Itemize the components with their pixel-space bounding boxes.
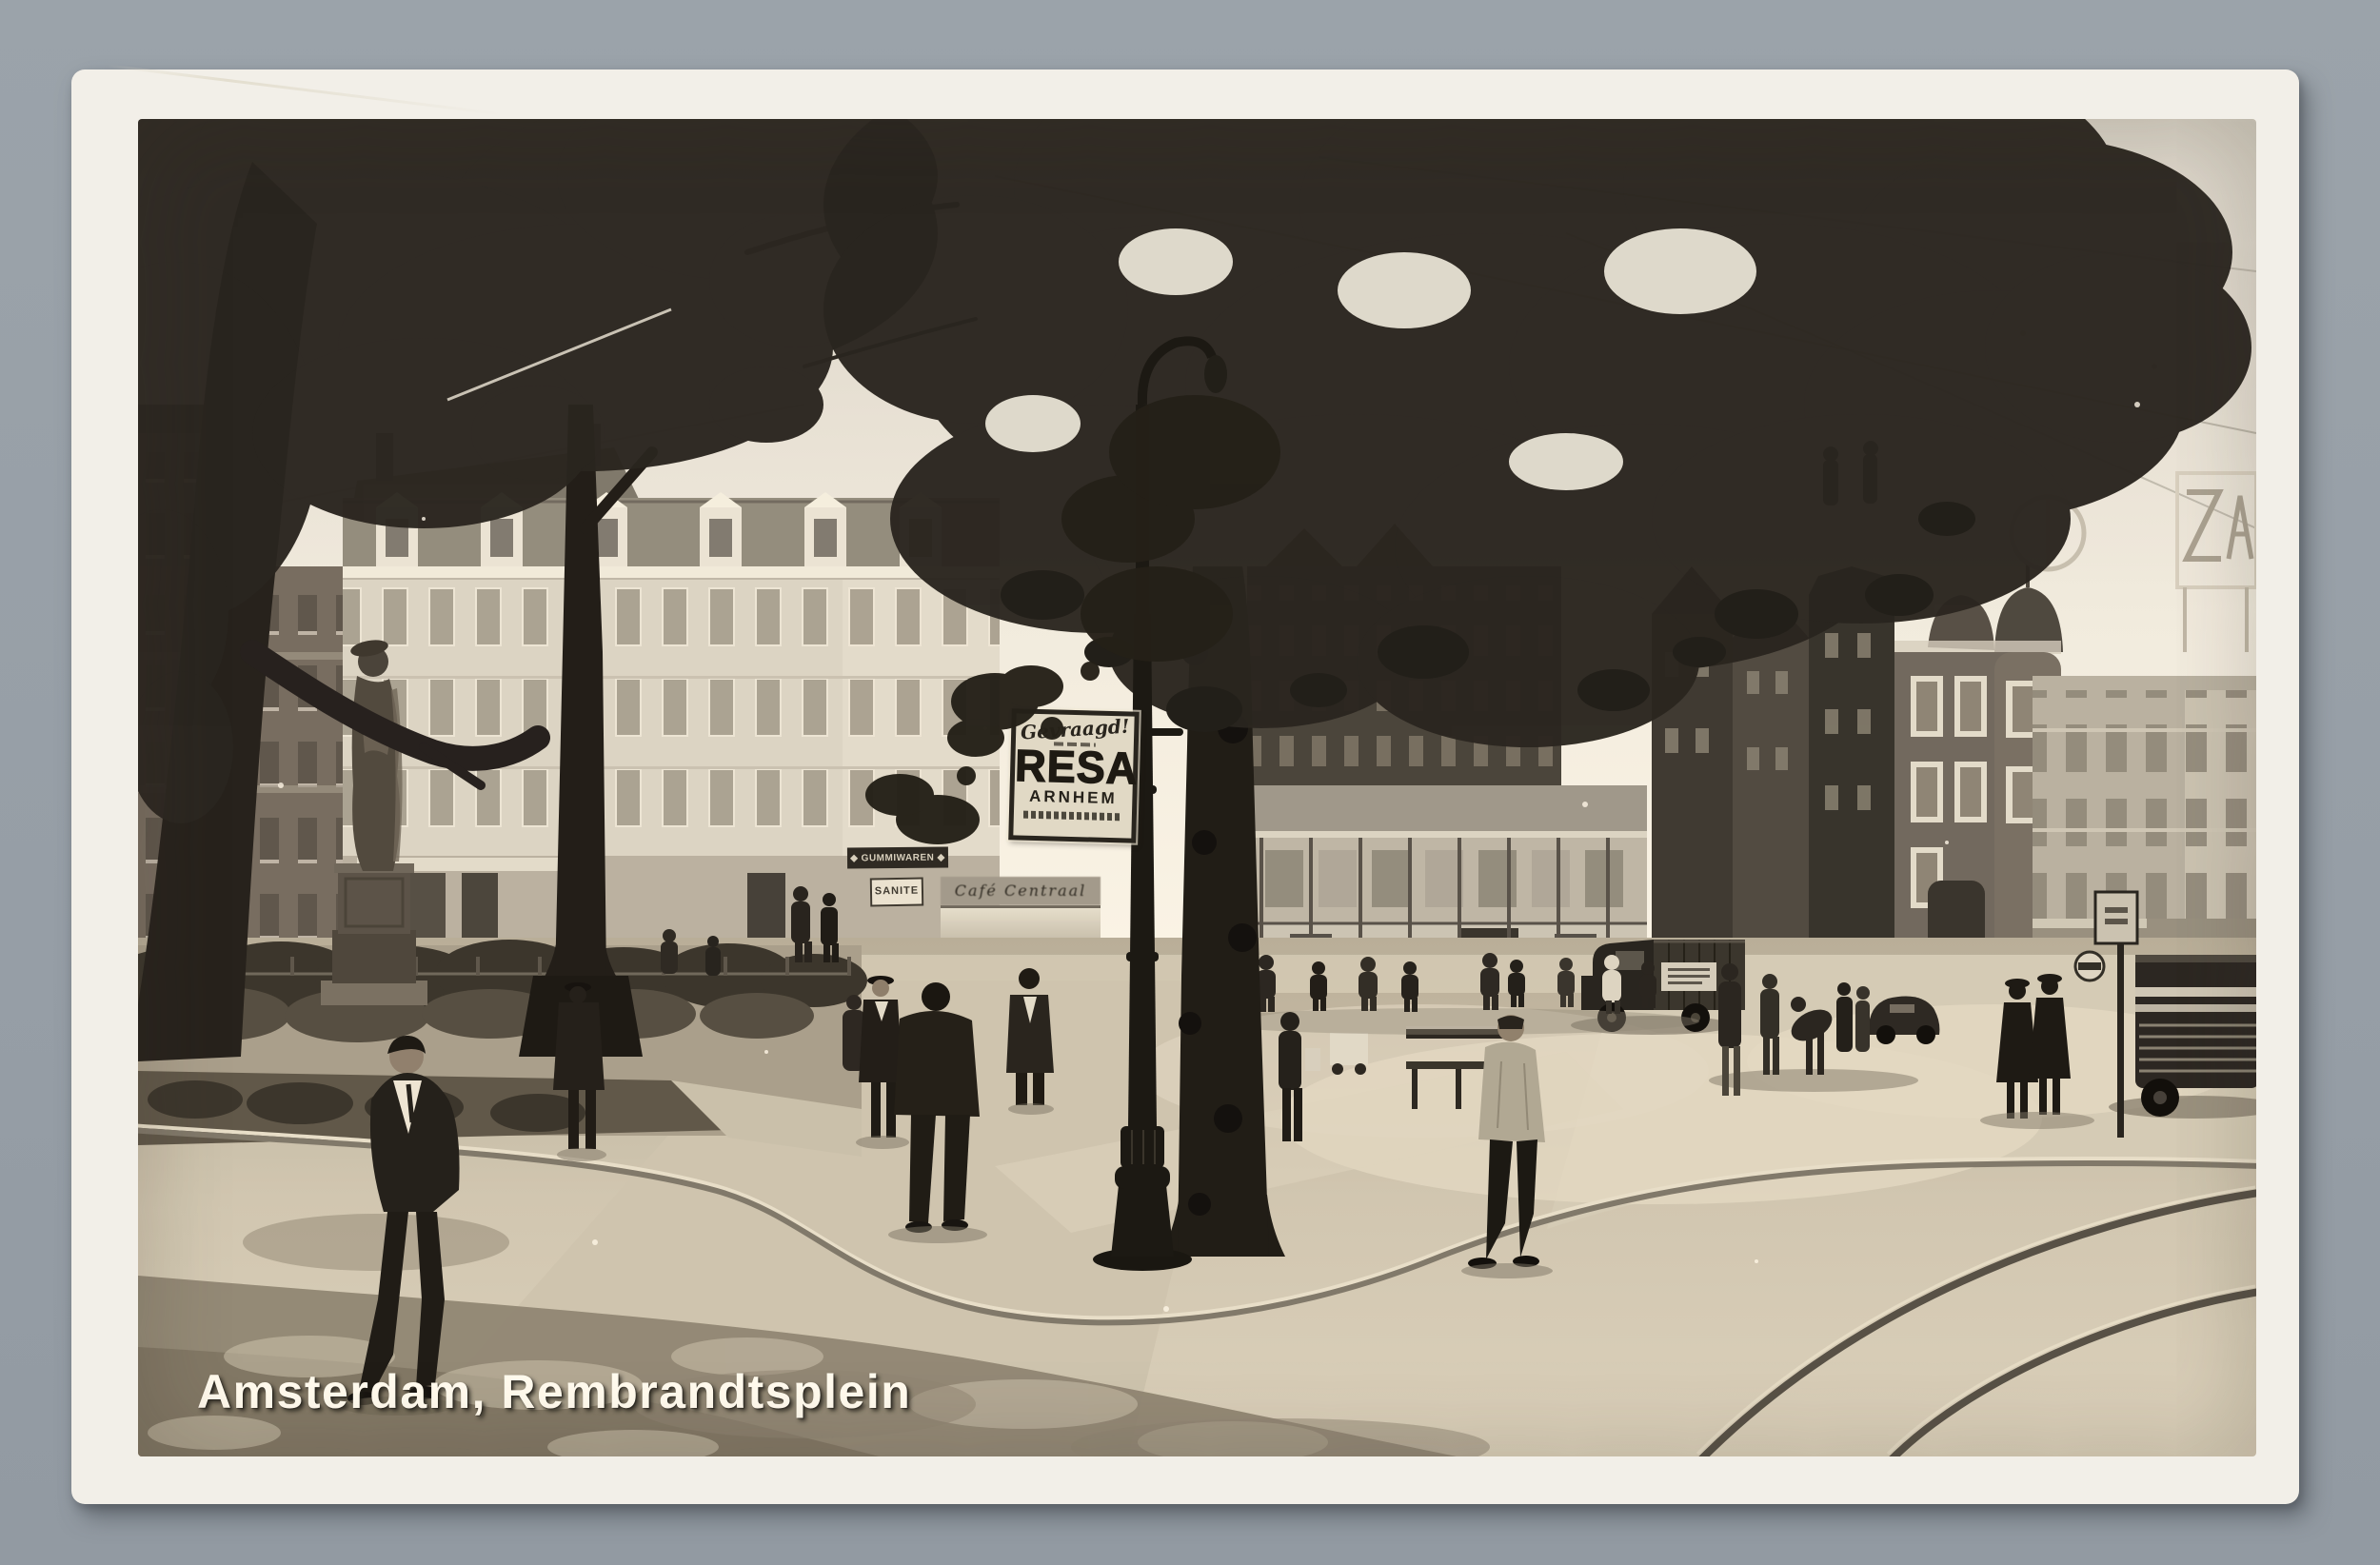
sanite-shop-sign: SANITE [870,878,924,907]
postcard-crack-mark [107,64,504,115]
photo-caption: Amsterdam, Rembrandtsplein [197,1364,911,1419]
postcard-scan-background: Gevraagd! RESA ARNHEM ◆ GUMMIWAREN ◆ SAN… [0,0,2380,1565]
photo-rembrandtsplein: Gevraagd! RESA ARNHEM ◆ GUMMIWAREN ◆ SAN… [138,119,2256,1456]
billboard-foot-print [1023,811,1122,822]
scene-illustration [138,119,2256,1456]
postcard: Gevraagd! RESA ARNHEM ◆ GUMMIWAREN ◆ SAN… [71,69,2299,1504]
billboard-brand-text: RESA [1015,745,1134,789]
park-layer [138,940,867,1157]
cafe-fascia-sign: Café Centraal [941,877,1101,905]
gummiwaren-banner: ◆ GUMMIWAREN ◆ [847,847,948,869]
resa-billboard: Gevraagd! RESA ARNHEM [1008,708,1140,842]
